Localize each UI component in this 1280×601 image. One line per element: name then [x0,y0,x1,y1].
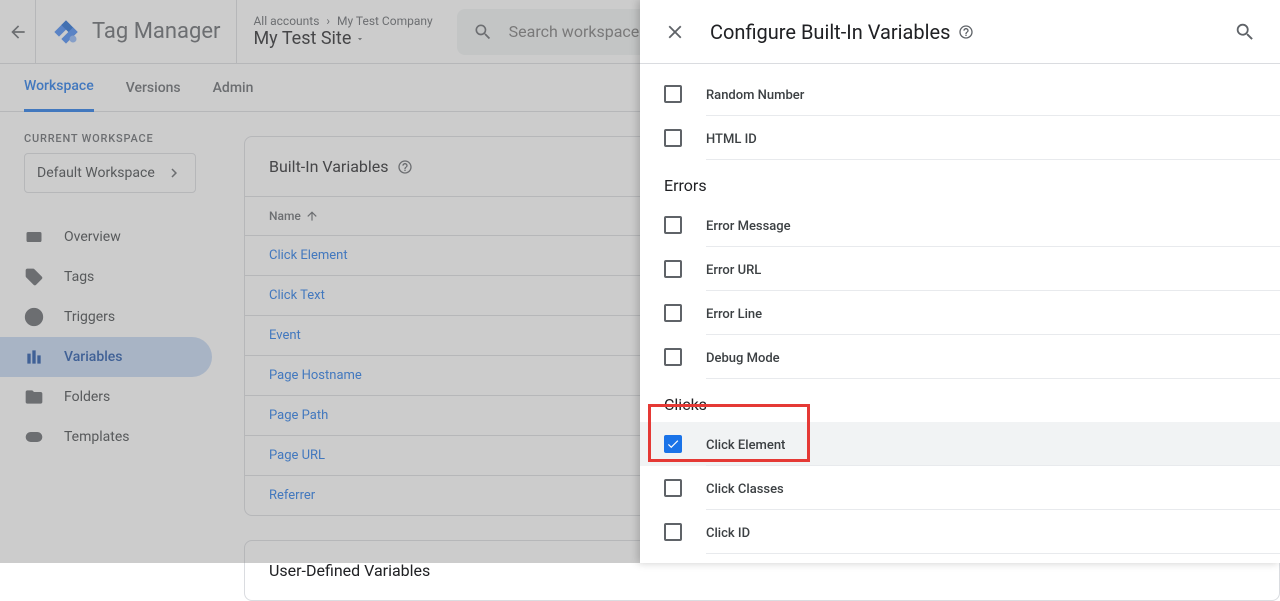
variable-label: HTML ID [706,132,757,147]
trigger-icon [24,307,44,327]
checkbox[interactable] [664,129,682,147]
close-icon[interactable] [664,21,686,43]
template-icon [24,427,44,447]
checkbox[interactable] [664,479,682,497]
panel-title: Configure Built-In Variables [710,20,1210,44]
variable-row[interactable]: Error Message [640,203,1280,247]
variable-row[interactable]: Click Classes [640,466,1280,510]
back-button[interactable] [0,0,36,64]
chevron-right-icon [165,164,183,182]
checkbox[interactable] [664,348,682,366]
variable-group-title: Errors [640,160,1280,203]
checkbox[interactable] [664,85,682,103]
configure-variables-panel: Configure Built-In Variables Random Numb… [640,0,1280,563]
variable-row[interactable]: Click Target [640,554,1280,563]
app-title: Tag Manager [92,19,220,44]
sidebar-item-label: Folders [64,389,110,405]
sidebar-item-label: Tags [64,269,94,285]
tag-manager-logo-icon [52,18,80,46]
checkbox[interactable] [664,260,682,278]
breadcrumb-all: All accounts [253,14,319,28]
sidebar-item-triggers[interactable]: Triggers [0,297,212,337]
tab-workspace[interactable]: Workspace [24,64,94,112]
sidebar-item-folders[interactable]: Folders [0,377,212,417]
variable-label: Error Message [706,219,791,234]
caret-down-icon [355,34,365,44]
panel-header: Configure Built-In Variables [640,0,1280,64]
checkbox[interactable] [664,435,682,453]
help-icon[interactable] [397,159,413,175]
sidebar-item-templates[interactable]: Templates [0,417,212,457]
logo-section: Tag Manager [36,0,237,64]
site-name-label: My Test Site [253,28,351,49]
breadcrumb: All accounts › My Test Company [253,14,432,28]
tab-versions[interactable]: Versions [126,64,181,112]
variable-label: Click Classes [706,482,784,497]
sidebar-item-overview[interactable]: Overview [0,217,212,257]
sidebar-item-tags[interactable]: Tags [0,257,212,297]
workspace-name: Default Workspace [37,165,155,181]
panel-body: Random Number HTML ID Errors Error Message E… [640,64,1280,563]
sidebar-item-label: Overview [64,229,121,245]
variable-row[interactable]: Debug Mode [640,335,1280,379]
sort-up-icon [305,209,319,223]
variable-row[interactable]: Click Element [640,422,1280,466]
sidebar-item-label: Templates [64,429,130,445]
variable-label: Random Number [706,88,804,103]
variable-label: Debug Mode [706,351,780,366]
checkbox[interactable] [664,216,682,234]
search-icon [473,22,493,42]
variable-label: Click Element [706,438,785,453]
variable-label: Error Line [706,307,762,322]
overview-icon [24,227,44,247]
variable-row[interactable]: HTML ID [640,116,1280,160]
checkbox[interactable] [664,523,682,541]
workspace-label: CURRENT WORKSPACE [0,132,220,145]
variable-group-title: Clicks [640,379,1280,422]
sidebar-item-label: Triggers [64,309,115,325]
workspace-selector[interactable]: Default Workspace [24,153,196,193]
sidebar: CURRENT WORKSPACE Default Workspace Over… [0,112,220,563]
variable-label: Click ID [706,526,750,541]
search-icon[interactable] [1234,21,1256,43]
breadcrumb-company: My Test Company [337,14,433,28]
account-breadcrumb[interactable]: All accounts › My Test Company My Test S… [237,0,448,64]
site-selector[interactable]: My Test Site [253,28,432,49]
variable-row[interactable]: Click ID [640,510,1280,554]
tab-admin[interactable]: Admin [213,64,254,112]
variables-icon [24,347,44,367]
folder-icon [24,387,44,407]
sidebar-item-variables[interactable]: Variables [0,337,212,377]
builtin-card-title: Built-In Variables [269,157,389,176]
checkbox[interactable] [664,304,682,322]
sidebar-item-label: Variables [64,349,122,365]
help-icon[interactable] [958,24,974,40]
tag-icon [24,267,44,287]
variable-row[interactable]: Random Number [640,72,1280,116]
arrow-left-icon [8,22,28,42]
variable-row[interactable]: Error URL [640,247,1280,291]
variable-label: Error URL [706,263,761,278]
variable-row[interactable]: Error Line [640,291,1280,335]
